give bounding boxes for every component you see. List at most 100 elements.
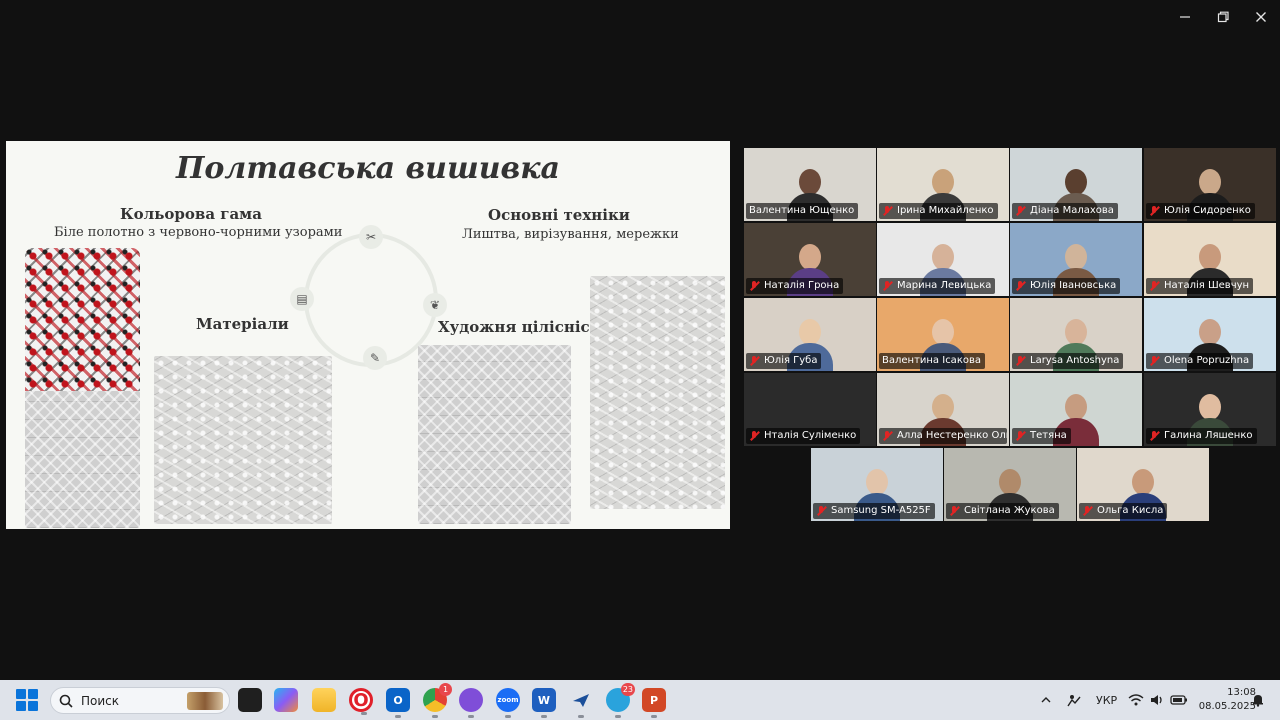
participant-head	[1199, 244, 1221, 270]
notification-bell-icon[interactable]	[1252, 680, 1264, 720]
taskbar-search[interactable]: Поиск	[50, 687, 230, 714]
notification-badge: 1	[439, 683, 452, 696]
participant-tile[interactable]: Наталія Грона	[744, 223, 876, 296]
participant-head	[1199, 319, 1221, 345]
running-indicator	[615, 715, 621, 718]
restore-button[interactable]	[1204, 0, 1242, 34]
chevron-up-icon[interactable]	[1040, 680, 1052, 720]
needle-icon: ✎	[363, 346, 387, 370]
participant-name-bar: Валентина Ісакова	[879, 353, 985, 369]
running-indicator	[651, 715, 657, 718]
minimize-button[interactable]	[1166, 0, 1204, 34]
participant-name-bar: Валентина Ющенко	[746, 203, 859, 219]
running-indicator	[432, 715, 438, 718]
participant-tile[interactable]: Світлана Жукова	[944, 448, 1076, 521]
search-placeholder: Поиск	[81, 693, 120, 708]
battery-icon[interactable]	[1170, 680, 1188, 720]
participant-head	[1132, 469, 1154, 495]
participant-head	[799, 244, 821, 270]
participant-tile[interactable]: Ірина Михайленко	[877, 148, 1009, 221]
participant-tile[interactable]: Діана Малахова	[1010, 148, 1142, 221]
participant-name: Алла Нестеренко Оль...	[897, 430, 1007, 441]
muted-mic-icon	[1149, 280, 1160, 292]
participant-tile[interactable]: Юлія Івановська	[1010, 223, 1142, 296]
file-explorer-icon[interactable]	[312, 688, 336, 712]
search-icon	[59, 694, 73, 708]
participant-tile[interactable]: Алла Нестеренко Оль...	[877, 373, 1009, 446]
word-icon[interactable]: W	[532, 688, 556, 718]
participant-name-bar: Діана Малахова	[1012, 203, 1118, 219]
start-button[interactable]	[16, 689, 38, 711]
zoom-icon[interactable]: zoom	[496, 688, 520, 718]
participant-tile[interactable]: Olena Popruzhna	[1144, 298, 1276, 371]
opera-icon[interactable]: O	[349, 688, 373, 715]
muted-mic-icon	[816, 505, 827, 517]
wifi-icon[interactable]	[1128, 680, 1144, 720]
participant-name-bar: Юлія Сидоренко	[1146, 203, 1255, 219]
copilot-icon[interactable]	[274, 688, 298, 712]
participant-tile[interactable]: Юлія Сидоренко	[1144, 148, 1276, 221]
participant-name-bar: Larysa Antoshyna	[1012, 353, 1124, 369]
app-label: W	[537, 693, 551, 707]
app-label: O	[353, 689, 369, 711]
participant-name-bar: Тетяна	[1012, 428, 1071, 444]
chrome-icon[interactable]: 1	[423, 683, 452, 718]
muted-mic-icon	[1015, 355, 1026, 367]
participant-head	[932, 244, 954, 270]
participant-name-bar: Наталія Грона	[746, 278, 844, 294]
participant-name: Ірина Михайленко	[897, 205, 994, 216]
participant-head	[1065, 394, 1087, 420]
participant-name-bar: Алла Нестеренко Оль...	[879, 428, 1007, 444]
outlook-icon[interactable]: O	[386, 688, 410, 718]
running-indicator	[541, 715, 547, 718]
participant-tile[interactable]: Валентина Ющенко	[744, 148, 876, 221]
participant-name: Samsung SM-A525F	[831, 505, 931, 516]
participant-head	[999, 469, 1021, 495]
participant-name: Ольга Кисла	[1097, 505, 1164, 516]
participant-tile[interactable]: Юлія Губа	[744, 298, 876, 371]
participant-name: Валентина Ющенко	[749, 205, 855, 216]
participant-head	[866, 469, 888, 495]
participant-name: Larysa Antoshyna	[1030, 355, 1120, 366]
participant-head	[932, 319, 954, 345]
participant-tile[interactable]: Тетяна	[1010, 373, 1142, 446]
participant-name-bar: Наталія Шевчун	[1146, 278, 1254, 294]
running-indicator	[395, 715, 401, 718]
participant-tile[interactable]: Ольга Кисла	[1077, 448, 1209, 521]
techniques-lace-photo	[590, 276, 725, 509]
participant-name: Юлія Губа	[764, 355, 818, 366]
participant-tile[interactable]: Валентина Ісакова	[877, 298, 1009, 371]
scissors-icon: ✂	[359, 225, 383, 249]
participant-head	[1199, 394, 1221, 420]
participant-name-bar: Нталія Суліменко	[746, 428, 861, 444]
task-view-icon[interactable]	[238, 688, 262, 712]
participant-tile[interactable]: Samsung SM-A525F	[811, 448, 943, 521]
participant-tile[interactable]: Larysa Antoshyna	[1010, 298, 1142, 371]
system-clock[interactable]: 13:08 08.05.2025	[1199, 686, 1256, 714]
close-button[interactable]	[1242, 0, 1280, 34]
muted-mic-icon	[949, 505, 960, 517]
participant-tile[interactable]: Галина Ляшенко	[1144, 373, 1276, 446]
volume-icon[interactable]	[1150, 680, 1166, 720]
participant-name-bar: Юлія Губа	[746, 353, 822, 369]
running-indicator	[505, 715, 511, 718]
plane-glyph	[573, 694, 589, 707]
participant-name-bar: Samsung SM-A525F	[813, 503, 935, 519]
accessibility-icon[interactable]	[1066, 680, 1082, 720]
powerpoint-icon[interactable]: P	[642, 688, 666, 718]
running-indicator	[468, 715, 474, 718]
teams-flow-icon[interactable]	[569, 688, 593, 718]
participant-tile[interactable]: Нталія Суліменко	[744, 373, 876, 446]
participant-head	[1065, 244, 1087, 270]
clock-date: 08.05.2025	[1198, 701, 1256, 712]
participant-head	[799, 319, 821, 345]
palette-icon: ▤	[290, 287, 314, 311]
participant-tile[interactable]: Наталія Шевчун	[1144, 223, 1276, 296]
language-indicator[interactable]: УКР	[1096, 680, 1117, 720]
viber-icon[interactable]	[459, 688, 483, 718]
telegram-icon[interactable]: 23	[606, 683, 635, 718]
participant-tile[interactable]: Марина Левицька	[877, 223, 1009, 296]
participant-name: Галина Ляшенко	[1164, 430, 1253, 441]
redwork-embroidery-photo	[25, 248, 140, 391]
integrity-heading: Художня цілісність	[438, 318, 610, 336]
